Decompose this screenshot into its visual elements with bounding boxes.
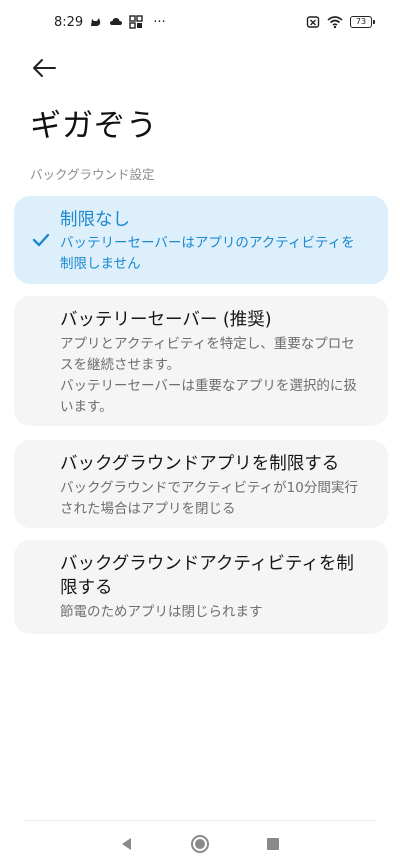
option-title: バックグラウンドアプリを制限する [60, 454, 340, 474]
option-description: バッテリーセーバーはアプリのアクティビティを制限しません [60, 235, 355, 272]
nav-back-button[interactable] [113, 830, 141, 858]
section-label: バックグラウンド設定 [30, 167, 155, 182]
wifi-icon [327, 16, 343, 29]
battery-icon: 73 [350, 16, 375, 28]
square-recents-icon [267, 838, 280, 850]
option-description: バックグラウンドでアクティビティが10分間実行された場合はアプリを閉じる [60, 480, 358, 517]
cat-notification-icon [91, 18, 101, 26]
option-title: バッテリーセーバー (推奨) [60, 310, 272, 330]
navigation-bar [0, 828, 400, 860]
arrow-left-icon [33, 59, 56, 77]
no-sim-icon [306, 16, 320, 28]
nav-home-button[interactable] [186, 830, 214, 858]
back-button[interactable] [28, 54, 60, 82]
nav-recents-button[interactable] [259, 830, 287, 858]
page-title: ギガぞう [30, 108, 158, 144]
nav-divider [24, 820, 376, 821]
grid-app-icon [129, 15, 143, 29]
more-notifications-icon: ··· [153, 14, 166, 30]
status-right: 73 [306, 15, 375, 29]
option-description: 節電のためアプリは閉じられます [60, 604, 263, 620]
option-restrict-background-apps[interactable]: バックグラウンドアプリを制限する バックグラウンドでアクティビティが10分間実行… [14, 440, 388, 528]
option-battery-saver[interactable]: バッテリーセーバー (推奨) アプリとアクティビティを特定し、重要なプロセスを継… [14, 296, 388, 426]
option-title: 制限なし [60, 210, 130, 230]
option-title: バックグラウンドアクティビティを制限する [60, 554, 354, 598]
check-icon [32, 233, 50, 247]
cloud-icon [110, 18, 123, 25]
circle-home-icon [190, 835, 209, 853]
screen: 8:29 ··· 73 ギガぞう バックグラウンド設定 制限なし バッテリーセー… [0, 0, 400, 867]
status-time: 8:29 [54, 14, 84, 30]
triangle-back-icon [121, 838, 131, 850]
status-left: 8:29 ··· [54, 15, 166, 30]
option-restrict-background-activity[interactable]: バックグラウンドアクティビティを制限する 節電のためアプリは閉じられます [14, 540, 388, 634]
option-no-restriction[interactable]: 制限なし バッテリーセーバーはアプリのアクティビティを制限しません [14, 196, 388, 284]
option-description: アプリとアクティビティを特定し、重要なプロセスを継続させます。 バッテリーセーバ… [60, 336, 357, 415]
status-bar: 8:29 ··· 73 [0, 0, 400, 44]
